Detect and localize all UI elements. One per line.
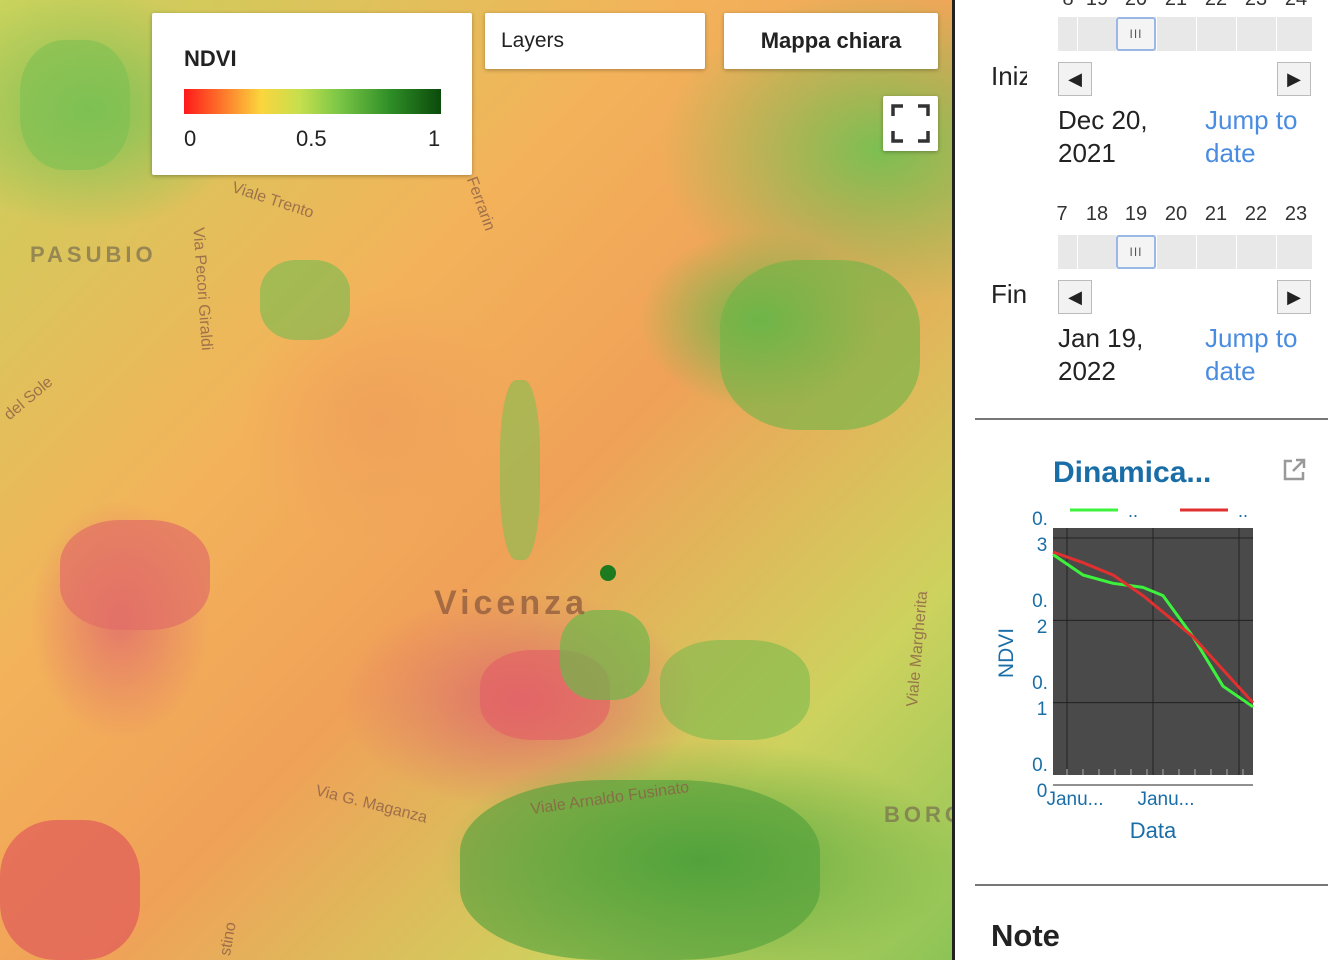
fullscreen-button[interactable] <box>883 96 938 151</box>
map-tile <box>20 40 130 170</box>
map-tile <box>660 640 810 740</box>
map-tile <box>60 520 210 630</box>
street-label: Via G. Maganza <box>313 782 429 827</box>
slider-number: 22 <box>1244 203 1268 225</box>
map-tile <box>460 780 820 960</box>
slider-number: 21 <box>1156 0 1196 11</box>
slider-number: 19 <box>1124 203 1148 225</box>
start-jump-link[interactable]: Jump to date <box>1205 104 1315 170</box>
slider-number: 20 <box>1164 203 1188 225</box>
section-divider <box>975 884 1328 886</box>
chart-x-axis-label: Data <box>1130 818 1177 843</box>
layers-button[interactable]: Layers <box>485 13 705 69</box>
chart-title: Dinamica... <box>1053 456 1212 489</box>
end-label: Fin <box>991 279 1028 309</box>
slider-handle[interactable]: III <box>1116 17 1156 51</box>
slider-number: 20 <box>1116 0 1156 11</box>
triangle-right-icon: ▶ <box>1287 68 1301 89</box>
map-tile <box>500 380 540 560</box>
slider-number: 23 <box>1236 0 1276 11</box>
ndvi-legend: NDVI 0 0.5 1 <box>152 13 472 175</box>
section-divider <box>975 418 1328 420</box>
start-label: Iniz <box>991 61 1027 91</box>
chart-y-tick-label: 0. 1 <box>1032 673 1048 720</box>
chart-y-tick-label: 0. 2 <box>1032 591 1048 638</box>
end-date-value: Jan 19, 2022 <box>1058 323 1144 386</box>
street-label: Viale Trento <box>229 179 316 222</box>
slider-number: 24 <box>1276 0 1316 11</box>
legend-tick: 1 <box>428 126 441 151</box>
legend-color-bar <box>184 89 441 114</box>
slider-number: 19 <box>1077 0 1117 11</box>
triangle-left-icon: ◀ <box>1068 286 1082 307</box>
end-jump-link[interactable]: Jump to date <box>1205 322 1315 388</box>
start-date-slider[interactable]: III <box>1058 17 1312 51</box>
district-label: PASUBIO <box>30 242 157 267</box>
basemap-button[interactable]: Mappa chiara <box>724 13 938 69</box>
slider-number: 18 <box>1085 203 1109 225</box>
start-next-button[interactable]: ▶ <box>1277 62 1311 96</box>
chart-x-tick-label: Janu... <box>1137 789 1194 810</box>
map-tile <box>260 260 350 340</box>
street-label: Via Pecori Giraldi <box>189 226 215 352</box>
legend-tick: 0 <box>184 126 197 151</box>
chart-legend-label: .. <box>1238 501 1248 521</box>
map-tile <box>0 820 140 960</box>
slider-number: 23 <box>1284 203 1308 225</box>
end-next-button[interactable]: ▶ <box>1277 280 1311 314</box>
slider-handle[interactable]: III <box>1116 235 1156 269</box>
slider-number: 21 <box>1204 203 1228 225</box>
open-external-button[interactable] <box>1280 456 1308 484</box>
map-view[interactable]: PASUBIO Vicenza Viale Trento Via Pecori … <box>0 0 955 960</box>
district-label: BORG <box>884 802 955 827</box>
map-tile <box>560 610 650 700</box>
legend-title: NDVI <box>184 46 237 71</box>
end-prev-button[interactable]: ◀ <box>1058 280 1092 314</box>
street-label: stino <box>217 920 240 958</box>
note-heading: Note <box>991 918 1060 953</box>
chart-legend-label: .. <box>1128 501 1138 521</box>
city-label: Vicenza <box>434 584 589 622</box>
slider-number: 7 <box>1056 203 1068 225</box>
map-tile <box>720 260 920 430</box>
start-prev-button[interactable]: ◀ <box>1058 62 1092 96</box>
street-label: Ferrarin <box>462 174 499 234</box>
open-external-icon <box>1283 458 1306 481</box>
street-label: del Sole <box>0 373 57 424</box>
start-date-value: Dec 20, 2021 <box>1058 105 1148 168</box>
fullscreen-icon <box>891 104 930 143</box>
ndvi-line-chart: .. ..0. 30. 20. 10. 0NDVIJanu... Janu...Data <box>995 501 1255 843</box>
legend-tick: 0.5 <box>296 126 327 151</box>
map-marker[interactable] <box>600 565 616 581</box>
triangle-right-icon: ▶ <box>1287 286 1301 307</box>
street-label: Viale Margherita <box>904 590 932 708</box>
chart-x-tick-label: Janu... <box>1046 789 1103 810</box>
chart-y-axis-label: NDVI <box>995 628 1018 678</box>
end-date-slider[interactable]: III <box>1058 235 1312 269</box>
triangle-left-icon: ◀ <box>1068 68 1082 89</box>
chart-y-tick-label: 0. 3 <box>1032 509 1048 556</box>
slider-number: 22 <box>1196 0 1236 11</box>
